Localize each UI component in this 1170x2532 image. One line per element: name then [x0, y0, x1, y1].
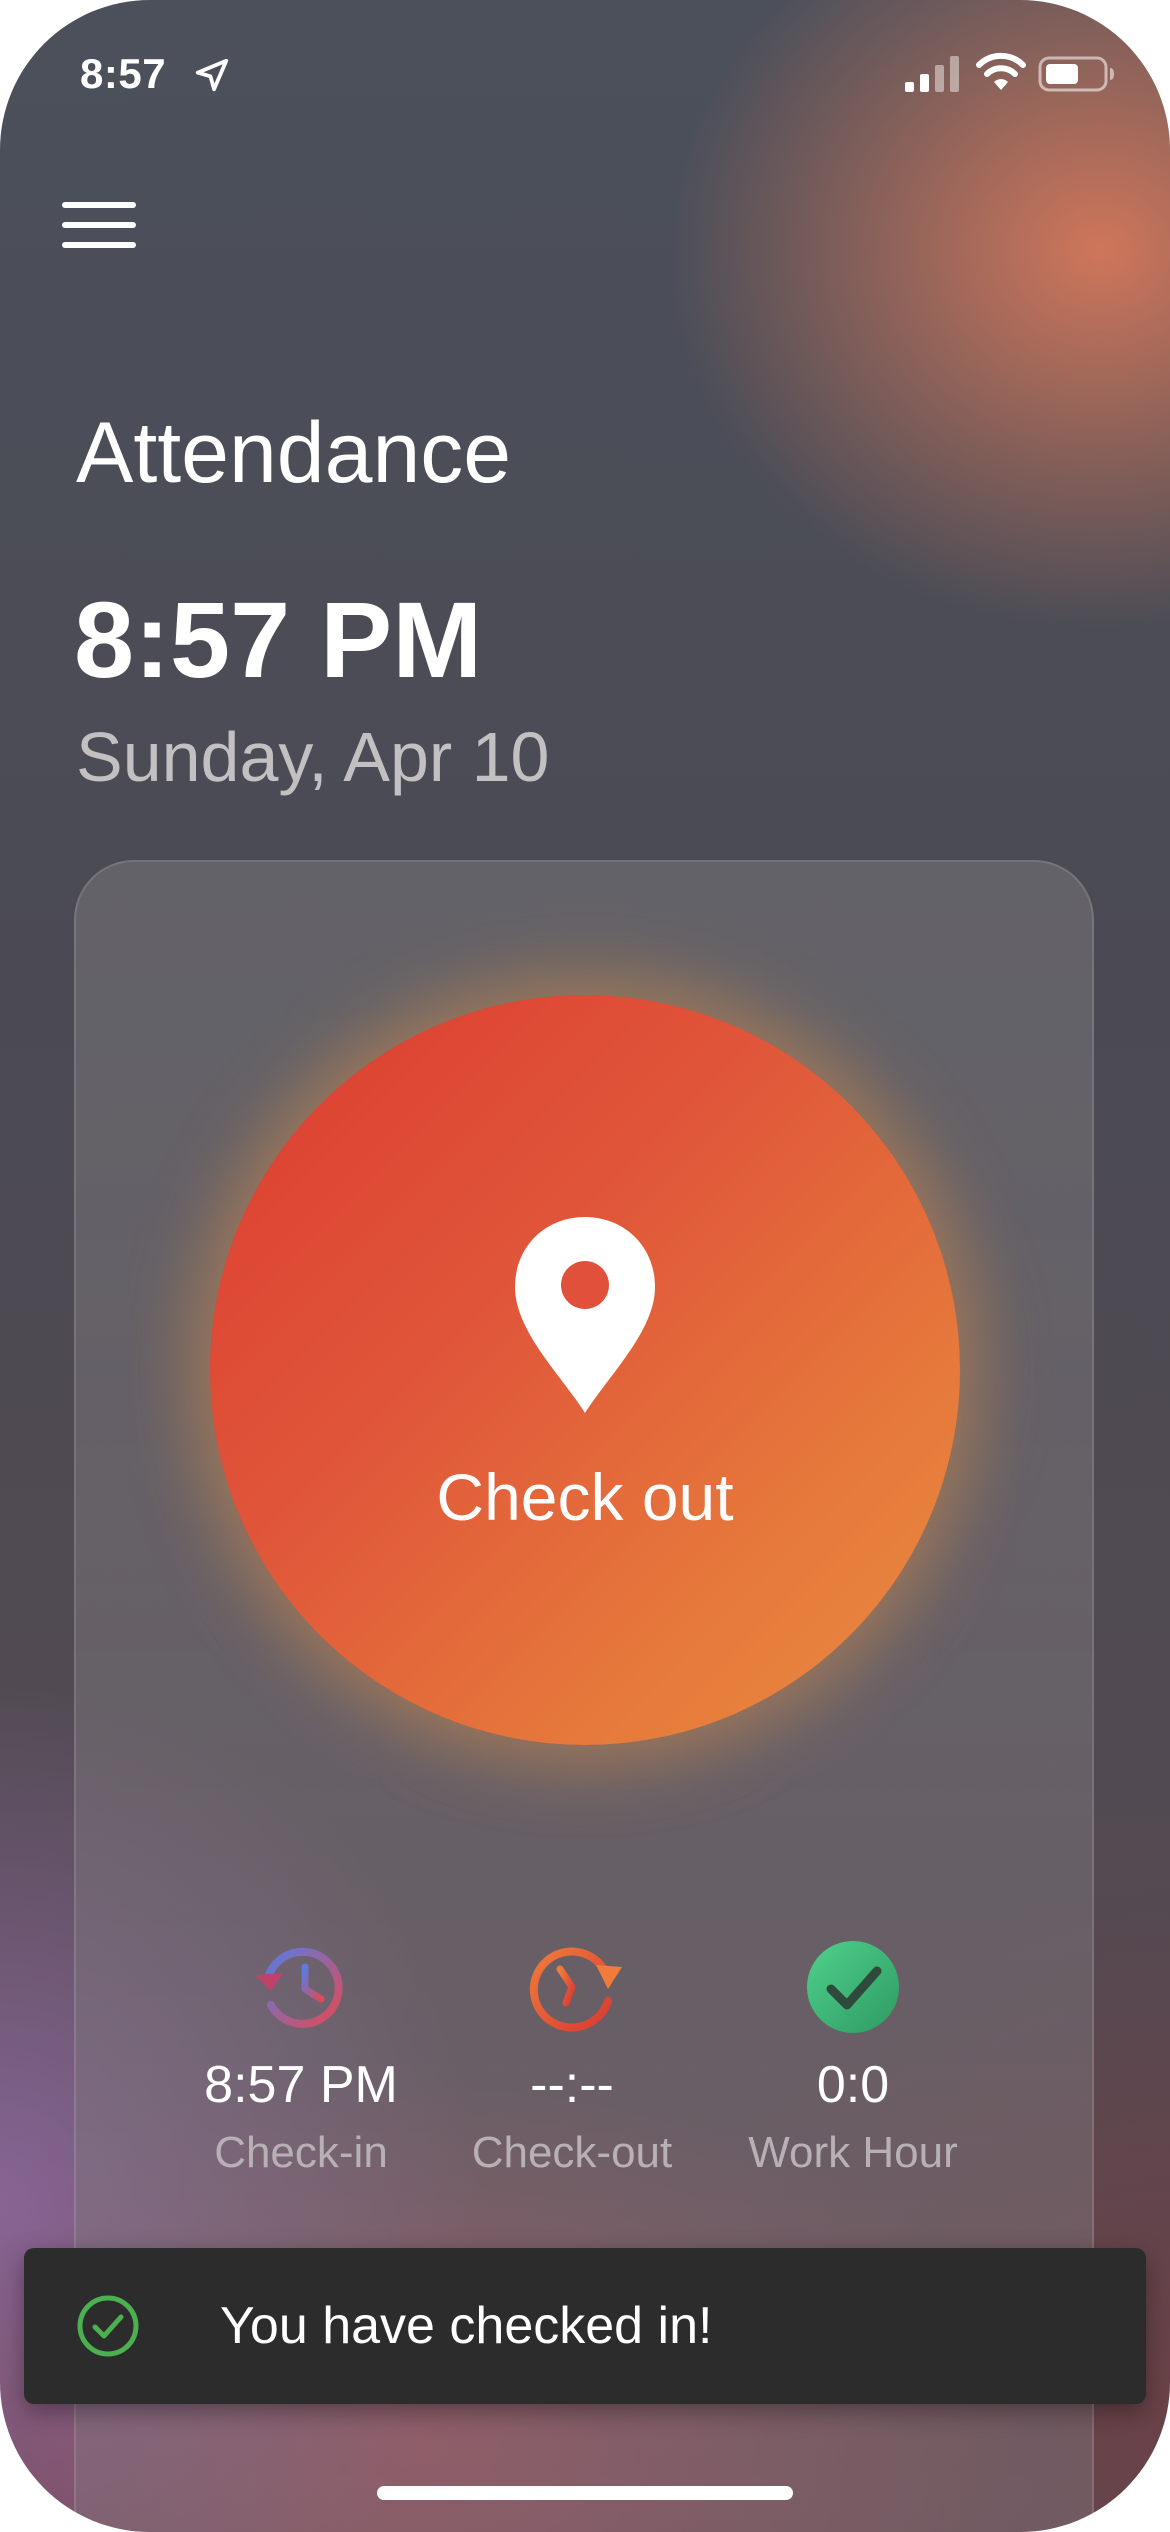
- toast-notification: You have checked in!: [24, 2248, 1146, 2404]
- check-out-label: Check out: [436, 1460, 734, 1534]
- check-in-value: 8:57 PM: [204, 2056, 398, 2114]
- current-time: 8:57 PM: [74, 579, 483, 700]
- status-time: 8:57: [80, 50, 167, 97]
- page-title: Attendance: [76, 405, 512, 501]
- check-in-label: Check-in: [214, 2128, 388, 2177]
- phone-screen: 8:57 Attendance 8:57 PM Sunday, Apr 10 C…: [0, 0, 1170, 2532]
- map-pin-icon: [515, 1217, 655, 1413]
- battery-icon: [1038, 56, 1114, 92]
- home-indicator[interactable]: [377, 2486, 793, 2500]
- work-hour-value: 0:0: [816, 2056, 890, 2114]
- current-date: Sunday, Apr 10: [76, 718, 550, 796]
- clock-refresh-icon: [529, 1947, 622, 2032]
- check-out-label: Check-out: [471, 2128, 673, 2177]
- check-out-button[interactable]: Check out: [210, 995, 960, 1745]
- check-circle-icon: [807, 1941, 899, 2033]
- toast-message: You have checked in!: [220, 2297, 713, 2355]
- cellular-signal-icon: [905, 56, 959, 92]
- wifi-icon: [976, 52, 1026, 90]
- menu-button[interactable]: [60, 200, 138, 250]
- stat-work-hour: 0:0 Work Hour: [703, 1935, 1003, 2181]
- location-arrow-icon: [195, 58, 229, 92]
- stat-check-out: --:-- Check-out: [422, 1935, 722, 2181]
- hamburger-menu-icon: [62, 202, 136, 208]
- stat-check-in: 8:57 PM Check-in: [151, 1935, 451, 2181]
- check-out-value: --:--: [530, 2056, 614, 2114]
- check-circle-outline-icon: [77, 2295, 139, 2357]
- work-hour-label: Work Hour: [748, 2128, 958, 2177]
- history-clock-icon: [255, 1947, 343, 2028]
